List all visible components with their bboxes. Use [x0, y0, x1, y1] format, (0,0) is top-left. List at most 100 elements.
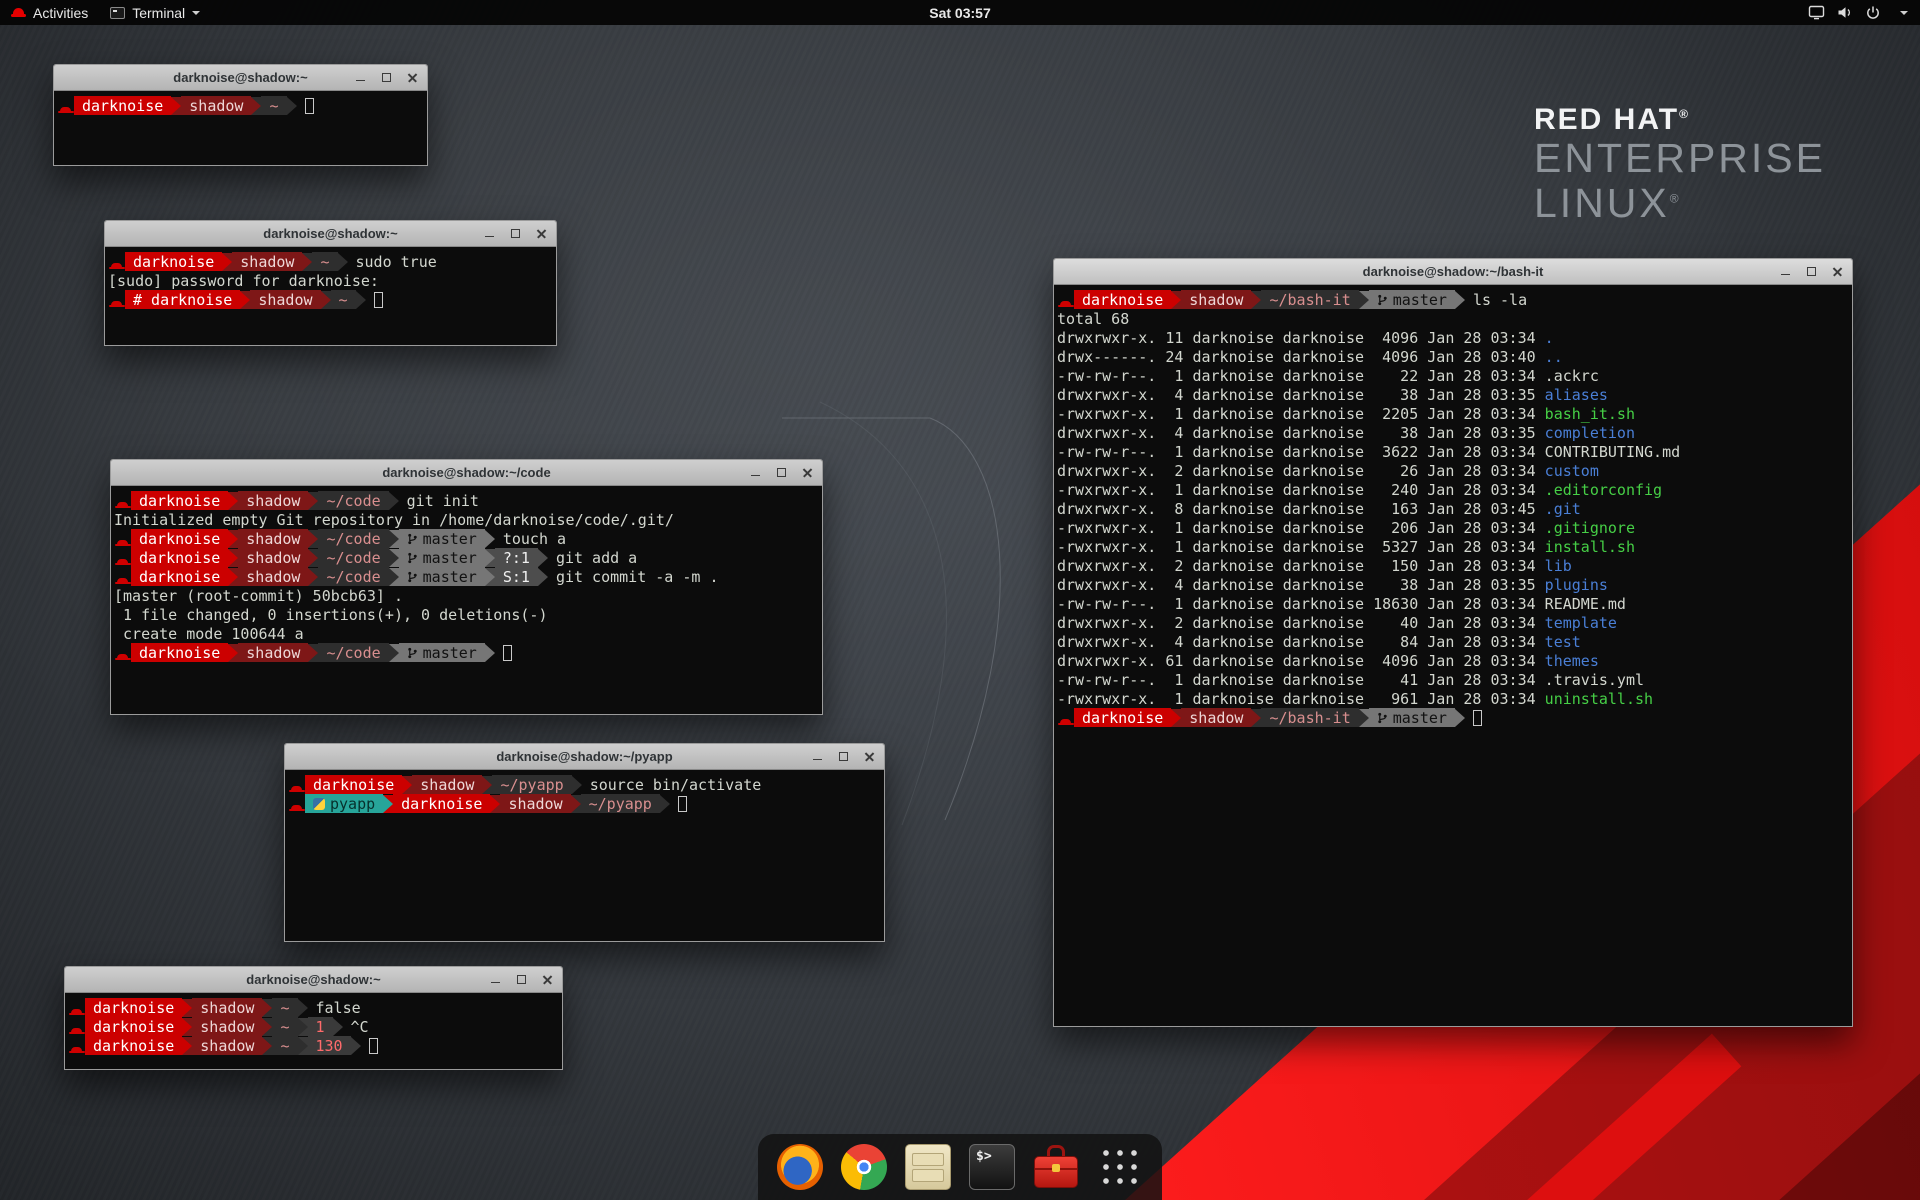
maximize-button[interactable] — [1803, 263, 1820, 280]
prompt-segment-exit: 1 — [308, 1017, 333, 1036]
prompt-segment-path: ~/pyapp — [581, 794, 660, 813]
maximize-button[interactable] — [773, 464, 790, 481]
prompt-segment-user: darknoise — [85, 998, 182, 1017]
clock[interactable]: Sat 03:57 — [0, 5, 1920, 21]
segment-separator-icon — [308, 530, 318, 548]
output-line: drwxrwxr-x. 11 darknoise darknoise 4096 … — [1057, 328, 1849, 347]
prompt-segment-host: shadow — [192, 1017, 262, 1036]
python-icon — [313, 798, 325, 810]
maximize-button[interactable] — [507, 225, 524, 242]
window-titlebar[interactable]: darknoise@shadow:~ — [105, 221, 556, 247]
command-text: sudo true — [348, 253, 437, 271]
prompt-segment-host: shadow — [192, 998, 262, 1017]
segment-separator-icon — [182, 1037, 192, 1055]
app-menu-terminal[interactable]: Terminal — [99, 0, 211, 25]
prompt-segment-path: ~/code — [318, 491, 388, 510]
prompt-line: darknoiseshadow~/codemaster?:1git add a — [114, 548, 819, 567]
top-bar: Activities Terminal Sat 03:57 — [0, 0, 1920, 25]
minimize-button[interactable] — [747, 464, 764, 481]
maximize-button[interactable] — [835, 748, 852, 765]
screen-icon — [1808, 5, 1825, 20]
dock-firefox[interactable] — [776, 1143, 824, 1191]
output-text: -rw-rw-r--. 1 darknoise darknoise 3622 J… — [1057, 443, 1545, 461]
segment-separator-icon — [251, 97, 261, 115]
system-status-area[interactable] — [1796, 0, 1920, 25]
text-cursor — [305, 98, 314, 114]
prompt-line: darknoiseshadow~false — [68, 998, 559, 1017]
output-line: create mode 100644 a — [114, 624, 819, 643]
terminal-body[interactable]: darknoiseshadow~sudo true[sudo] password… — [105, 247, 556, 309]
segment-separator-icon — [383, 795, 393, 813]
segment-separator-icon — [1359, 709, 1369, 727]
files-icon — [905, 1144, 951, 1190]
dock-files[interactable] — [904, 1143, 952, 1191]
window-controls — [487, 971, 556, 988]
window-titlebar[interactable]: darknoise@shadow:~ — [65, 967, 562, 993]
terminal-body[interactable]: darknoiseshadow~/bash-itmasterls -latota… — [1054, 285, 1852, 727]
close-button[interactable] — [1829, 263, 1846, 280]
activities-label: Activities — [33, 5, 88, 21]
minimize-button[interactable] — [1777, 263, 1794, 280]
prompt-segment-git: master — [399, 529, 485, 548]
activities-button[interactable]: Activities — [0, 0, 99, 25]
output-text: -rwxrwxr-x. 1 darknoise darknoise 5327 J… — [1057, 538, 1545, 556]
close-button[interactable] — [404, 69, 421, 86]
output-text: .travis.yml — [1545, 671, 1644, 689]
minimize-button[interactable] — [481, 225, 498, 242]
prompt-segment-path: ~/code — [318, 548, 388, 567]
output-text: .git — [1545, 500, 1581, 518]
segment-separator-icon — [308, 568, 318, 586]
output-text: [master (root-commit) 50bcb63] . — [114, 587, 403, 605]
dock-chrome[interactable] — [840, 1143, 888, 1191]
terminal-body[interactable]: darknoiseshadow~falsedarknoiseshadow~1^C… — [65, 993, 562, 1055]
segment-separator-icon — [262, 1018, 272, 1036]
window-titlebar[interactable]: darknoise@shadow:~/code — [111, 460, 822, 486]
prompt-line: darknoiseshadow~ — [57, 96, 424, 115]
prompt-segment-git: master — [399, 548, 485, 567]
prompt-segment-user: darknoise — [74, 96, 171, 115]
minimize-button[interactable] — [487, 971, 504, 988]
output-text: README.md — [1545, 595, 1626, 613]
dock-terminal[interactable] — [968, 1143, 1016, 1191]
output-text: themes — [1545, 652, 1599, 670]
output-text: bash_it.sh — [1545, 405, 1635, 423]
output-text: drwxrwxr-x. 4 darknoise darknoise 84 Jan… — [1057, 633, 1545, 651]
prompt-segment-user: darknoise — [125, 252, 222, 271]
maximize-button[interactable] — [378, 69, 395, 86]
dock-toolbox[interactable] — [1032, 1143, 1080, 1191]
prompt-segment-host: shadow — [238, 643, 308, 662]
segment-separator-icon — [262, 1037, 272, 1055]
terminal-body[interactable]: darknoiseshadow~ — [54, 91, 427, 115]
window-titlebar[interactable]: darknoise@shadow:~/bash-it — [1054, 259, 1852, 285]
terminal-body[interactable]: darknoiseshadow~/codegit initInitialized… — [111, 486, 822, 662]
window-titlebar[interactable]: darknoise@shadow:~/pyapp — [285, 744, 884, 770]
git-branch-icon — [407, 551, 418, 565]
segment-separator-icon — [222, 253, 232, 271]
redhat-prompt-icon — [114, 529, 131, 548]
output-text: drwxrwxr-x. 4 darknoise darknoise 38 Jan… — [1057, 386, 1545, 404]
minimize-button[interactable] — [352, 69, 369, 86]
close-button[interactable] — [539, 971, 556, 988]
window-titlebar[interactable]: darknoise@shadow:~ — [54, 65, 427, 91]
output-line: drwxrwxr-x. 4 darknoise darknoise 38 Jan… — [1057, 575, 1849, 594]
output-text: -rwxrwxr-x. 1 darknoise darknoise 2205 J… — [1057, 405, 1545, 423]
redhat-prompt-icon — [1057, 708, 1074, 727]
segment-separator-icon — [171, 97, 181, 115]
terminal-mini-icon — [110, 7, 125, 19]
output-text: drwxrwxr-x. 4 darknoise darknoise 38 Jan… — [1057, 576, 1545, 594]
minimize-button[interactable] — [809, 748, 826, 765]
output-text: test — [1545, 633, 1581, 651]
segment-separator-icon — [490, 795, 500, 813]
output-text: plugins — [1545, 576, 1608, 594]
maximize-button[interactable] — [513, 971, 530, 988]
segment-separator-icon — [228, 492, 238, 510]
close-button[interactable] — [861, 748, 878, 765]
segment-separator-icon — [482, 776, 492, 794]
segment-separator-icon — [660, 795, 670, 813]
dock-app-grid[interactable] — [1096, 1143, 1144, 1191]
terminal-body[interactable]: darknoiseshadow~/pyappsource bin/activat… — [285, 770, 884, 813]
segment-separator-icon — [1171, 291, 1181, 309]
close-button[interactable] — [533, 225, 550, 242]
redhat-prompt-icon — [288, 794, 305, 813]
close-button[interactable] — [799, 464, 816, 481]
